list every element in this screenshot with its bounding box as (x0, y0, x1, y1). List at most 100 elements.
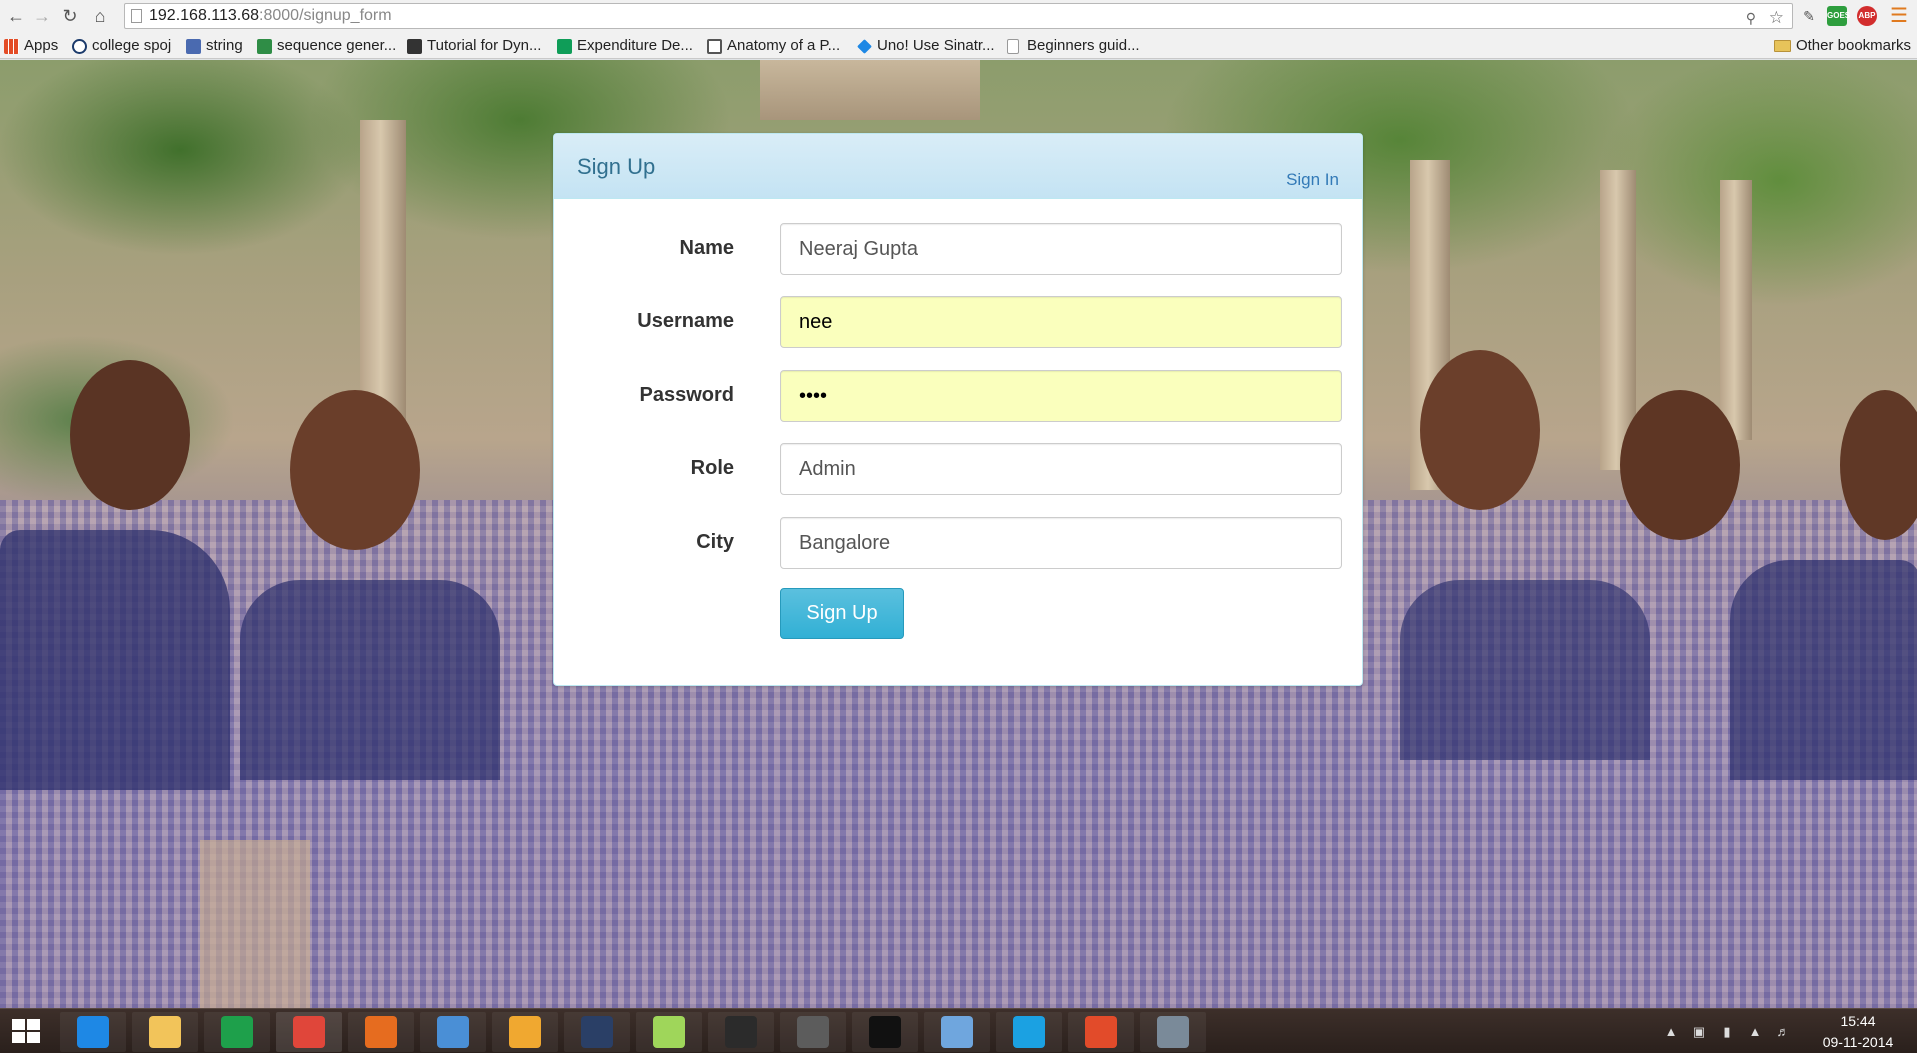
clock-time[interactable]: 15:44 (1818, 1013, 1898, 1029)
blank-page-icon (1007, 39, 1019, 54)
back-icon[interactable]: ← (4, 4, 28, 28)
name-label: Name (679, 237, 734, 259)
page-background: Sign Up Sign In Name Username Password R… (0, 60, 1917, 1008)
signin-link[interactable]: Sign In (1286, 170, 1339, 190)
form-row-city: City (554, 517, 1362, 569)
city-input[interactable] (780, 517, 1342, 569)
git-icon (1085, 1016, 1117, 1048)
file-explorer-icon (149, 1016, 181, 1048)
username-input[interactable] (780, 296, 1342, 348)
reload-icon[interactable]: ↻ (58, 4, 82, 28)
taskbar-button[interactable] (348, 1012, 414, 1052)
diamond-icon (857, 39, 872, 54)
signup-button[interactable]: Sign Up (780, 588, 904, 639)
url-path: :8000/signup_form (259, 7, 392, 24)
power-icon[interactable]: ▮ (1718, 1024, 1736, 1040)
bookmark-anatomy[interactable]: Anatomy of a P... (707, 36, 840, 56)
key-icon[interactable]: ⚲ (1746, 6, 1756, 30)
apps-grid-icon (4, 39, 19, 54)
panel-heading: Sign Up Sign In (554, 134, 1362, 199)
other-bookmarks-label: Other bookmarks (1795, 37, 1911, 54)
firefox-icon (365, 1016, 397, 1048)
sticky-notes-icon (653, 1016, 685, 1048)
taskbar-button[interactable] (132, 1012, 198, 1052)
cc-icon (407, 39, 422, 54)
show-hidden-icons-icon[interactable]: ▲ (1662, 1024, 1680, 1040)
form-row-username: Username (554, 296, 1362, 348)
chrome-icon (293, 1016, 325, 1048)
forward-icon[interactable]: → (30, 4, 54, 28)
username-label: Username (637, 310, 734, 332)
bookmark-label: college spoj (92, 37, 172, 54)
bookmark-expenditure[interactable]: Expenditure De... (557, 36, 693, 56)
windows-start-icon[interactable] (12, 1019, 42, 1045)
taskbar-button[interactable] (420, 1012, 486, 1052)
spoj-icon (72, 39, 87, 54)
remote-app-icon (437, 1016, 469, 1048)
bookmark-beginners-guide[interactable]: Beginners guid... (1007, 36, 1140, 56)
bookmark-apps[interactable]: Apps (4, 36, 58, 56)
name-input[interactable] (780, 223, 1342, 275)
string-icon (186, 39, 201, 54)
taskbar-button[interactable] (636, 1012, 702, 1052)
taskbar-button[interactable] (1140, 1012, 1206, 1052)
menu-icon[interactable]: ☰ (1887, 4, 1911, 28)
bookmark-label: sequence gener... (277, 37, 397, 54)
bookmark-string[interactable]: string (186, 36, 243, 56)
sublime-text-icon (797, 1016, 829, 1048)
action-center-icon[interactable]: ▣ (1690, 1024, 1708, 1040)
taskbar-button[interactable] (60, 1012, 126, 1052)
bookmark-label: Anatomy of a P... (727, 37, 841, 54)
bookmark-label: Apps (24, 37, 59, 54)
taskbar-button[interactable] (492, 1012, 558, 1052)
goes-extension-icon[interactable]: GOES (1827, 6, 1850, 26)
volume-icon[interactable]: ♬ (1774, 1024, 1792, 1040)
form-row-role: Role (554, 443, 1362, 495)
panel-title: Sign Up (577, 154, 656, 179)
console-icon (725, 1016, 757, 1048)
bookmark-college-spoj[interactable]: college spoj (72, 36, 171, 56)
folder-icon (1773, 40, 1791, 52)
bookmark-label: Tutorial for Dyn... (427, 37, 542, 54)
bookmark-label: string (206, 37, 243, 54)
signup-panel: Sign Up Sign In Name Username Password R… (553, 133, 1363, 686)
bookmark-label: Beginners guid... (1027, 37, 1140, 54)
bookmark-uno-sinatra[interactable]: Uno! Use Sinatr... (857, 36, 995, 56)
role-input[interactable] (780, 443, 1342, 495)
bookmark-label: Uno! Use Sinatr... (877, 37, 995, 54)
address-bar[interactable]: 192.168.113.68:8000/signup_form ⚲ ☆ (124, 3, 1793, 29)
taskbar: ▲ ▣ ▮ ▲ ♬ 15:44 09-11-2014 (0, 1008, 1917, 1053)
form-row-password: Password (554, 370, 1362, 422)
taskbar-button[interactable] (204, 1012, 270, 1052)
outlook-icon (509, 1016, 541, 1048)
taskbar-button[interactable] (996, 1012, 1062, 1052)
wifi-icon[interactable]: ▲ (1746, 1024, 1764, 1040)
page-icon (131, 9, 142, 23)
role-label: Role (690, 457, 734, 479)
bookmarks-bar: Apps college spoj string sequence gener.… (0, 32, 1917, 59)
bookmark-sequence-generator[interactable]: sequence gener... (257, 36, 396, 56)
search-tool-icon (941, 1016, 973, 1048)
taskbar-button[interactable] (852, 1012, 918, 1052)
taskbar-button[interactable] (924, 1012, 990, 1052)
taskbar-button[interactable] (780, 1012, 846, 1052)
extension-tool-icon[interactable]: ✎ (1797, 4, 1821, 28)
taskbar-button[interactable] (1068, 1012, 1134, 1052)
bookmark-tutorial-dynamic[interactable]: Tutorial for Dyn... (407, 36, 541, 56)
password-label: Password (639, 384, 734, 406)
browser-toolbar: ← → ↻ ⌂ 192.168.113.68:8000/signup_form … (0, 0, 1917, 32)
store-icon (221, 1016, 253, 1048)
adblock-extension-icon[interactable]: ABP (1857, 6, 1877, 26)
star-icon[interactable]: ☆ (1769, 6, 1784, 30)
other-bookmarks[interactable]: Other bookmarks (1773, 36, 1911, 56)
sheets-icon (557, 39, 572, 54)
taskbar-button[interactable] (564, 1012, 630, 1052)
password-input[interactable] (780, 370, 1342, 422)
geeks-icon (257, 39, 272, 54)
form-row-name: Name (554, 223, 1362, 275)
taskbar-button[interactable] (708, 1012, 774, 1052)
city-label: City (696, 531, 734, 553)
home-icon[interactable]: ⌂ (88, 4, 112, 28)
clock-date[interactable]: 09-11-2014 (1818, 1034, 1898, 1050)
taskbar-button[interactable] (276, 1012, 342, 1052)
